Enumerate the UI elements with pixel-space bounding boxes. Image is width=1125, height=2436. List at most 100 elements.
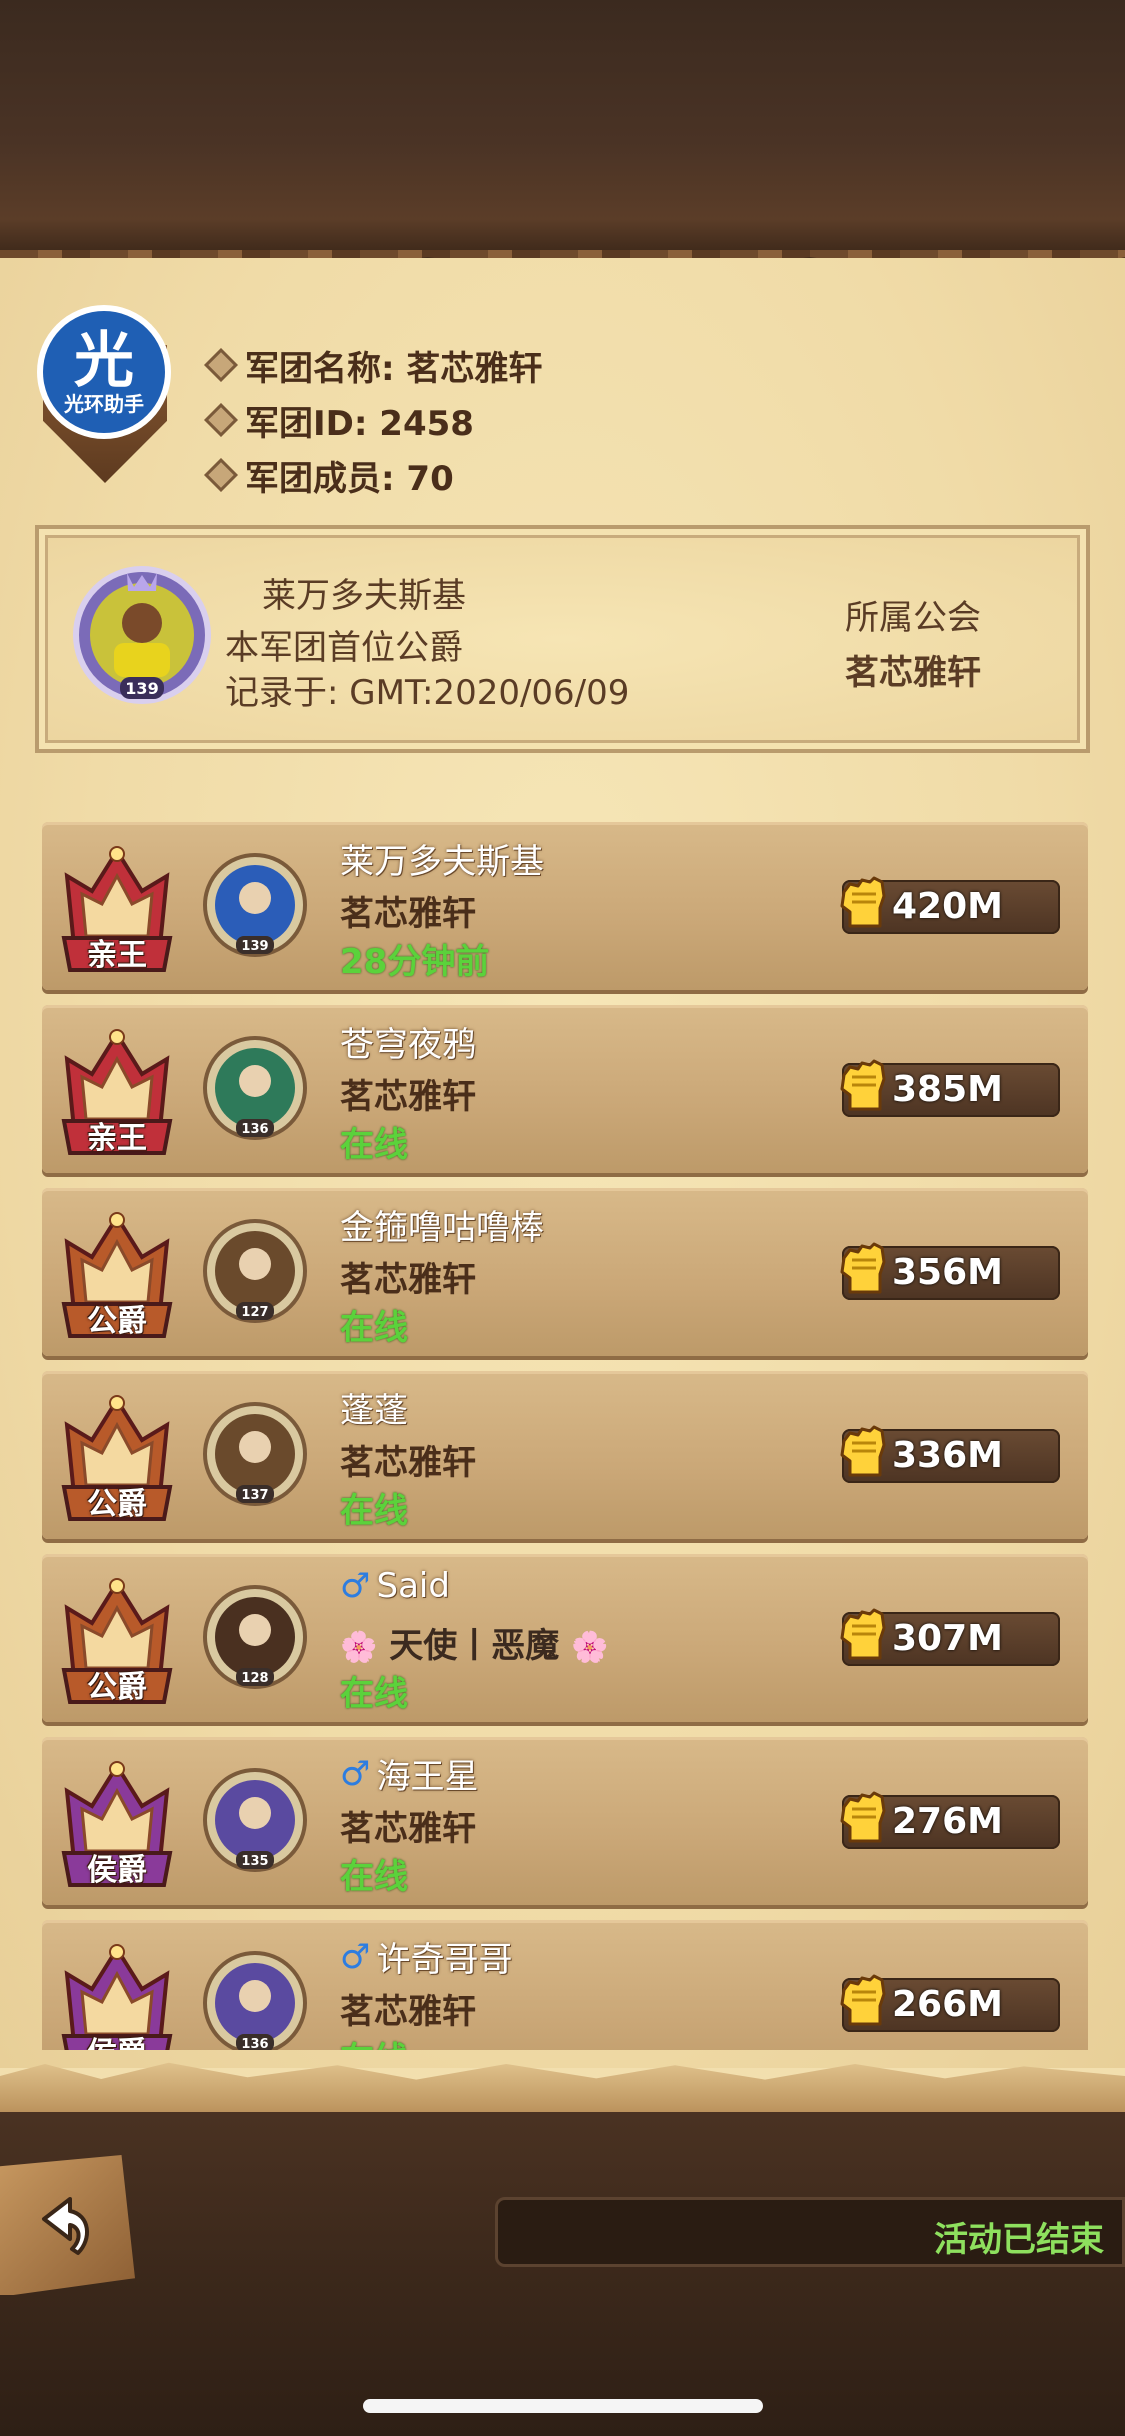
first-duke-level: 139	[125, 679, 158, 698]
player-avatar[interactable]: 136	[202, 1035, 308, 1141]
member-row[interactable]: 公爵 128 ♂ Said 🌸 天使丨恶魔 🌸 在线 307M	[42, 1554, 1088, 1722]
player-guild-line: 🌸 天使丨恶魔 🌸	[340, 1618, 608, 1667]
top-wood-bar	[0, 0, 1125, 258]
player-guild: 茗芯雅轩	[340, 1077, 476, 1117]
player-name: 苍穹夜鸦	[340, 1025, 476, 1065]
back-arrow-icon	[41, 2197, 89, 2255]
first-duke-guild-name: 茗芯雅轩	[845, 653, 981, 693]
diamond-bullet-icon	[204, 403, 238, 437]
first-duke-name: 莱万多夫斯基	[262, 576, 466, 616]
player-guild: 天使丨恶魔	[389, 1626, 560, 1666]
player-level: 139	[241, 939, 268, 954]
member-row[interactable]: 公爵 137 蓬蓬 茗芯雅轩 在线 336M	[42, 1371, 1088, 1539]
emblem-char: 光	[74, 326, 134, 396]
diamond-bullet-icon	[204, 348, 238, 382]
player-guild-line: 茗芯雅轩	[340, 1252, 476, 1301]
player-name-line: ♂ 许奇哥哥	[340, 1932, 512, 1981]
player-level: 136	[241, 1122, 268, 1137]
player-avatar[interactable]: 136	[202, 1950, 308, 2050]
player-guild: 茗芯雅轩	[340, 1260, 476, 1300]
player-name: Said	[376, 1566, 450, 1606]
player-avatar[interactable]: 137	[202, 1401, 308, 1507]
rank-label: 亲王	[87, 1121, 147, 1156]
flower-icon: 🌸	[340, 1630, 378, 1665]
player-guild: 茗芯雅轩	[340, 894, 476, 934]
guild-id-line: 军团ID: 2458	[204, 398, 474, 444]
player-name-line: 苍穹夜鸦	[340, 1017, 476, 1066]
player-status: 在线	[340, 1491, 408, 1531]
player-status: 在线	[340, 1308, 408, 1348]
power-box: 276M	[840, 1791, 1060, 1849]
emblem-logo: 光 光环助手	[37, 305, 171, 439]
player-guild-line: 茗芯雅轩	[340, 1069, 476, 1118]
guild-members-line: 军团成员: 70	[204, 453, 454, 499]
player-status: 28分钟前	[340, 942, 490, 982]
player-name-line: ♂ Said	[340, 1566, 450, 1606]
member-row[interactable]: 亲王 139 莱万多夫斯基 茗芯雅轩 28分钟前 420M	[42, 822, 1088, 990]
rank-label: 公爵	[87, 1304, 147, 1339]
player-level: 135	[241, 1854, 268, 1869]
guild-members-text: 军团成员: 70	[245, 458, 454, 499]
member-row[interactable]: 公爵 127 金箍噜咕噜棒 茗芯雅轩 在线 356M	[42, 1188, 1088, 1356]
rank-label: 侯爵	[87, 1853, 147, 1888]
player-name-line: 金箍噜咕噜棒	[340, 1200, 544, 1249]
power-box: 385M	[840, 1059, 1060, 1117]
male-icon: ♂	[340, 1753, 371, 1794]
male-icon: ♂	[340, 1566, 371, 1606]
power-value: 276M	[892, 1801, 1003, 1842]
fist-icon	[840, 876, 886, 928]
rank-label: 侯爵	[62, 2028, 172, 2050]
guild-name-line: 军团名称: 茗芯雅轩	[204, 343, 543, 389]
fist-icon	[840, 1425, 886, 1477]
fist-icon	[840, 1791, 886, 1843]
player-guild: 茗芯雅轩	[340, 1992, 476, 2032]
player-level: 136	[241, 2037, 268, 2050]
player-name: 海王星	[376, 1757, 479, 1797]
member-row[interactable]: 亲王 136 苍穹夜鸦 茗芯雅轩 在线 385M	[42, 1005, 1088, 1173]
flower-icon: 🌸	[571, 1630, 609, 1665]
player-avatar[interactable]: 135	[202, 1767, 308, 1873]
emblem-text: 光环助手	[64, 392, 144, 416]
player-guild: 茗芯雅轩	[340, 1443, 476, 1483]
player-avatar[interactable]: 127	[202, 1218, 308, 1324]
fist-icon	[840, 1059, 886, 1111]
power-box: 266M	[840, 1974, 1060, 2032]
player-level: 128	[241, 1671, 268, 1686]
player-avatar[interactable]: 139	[202, 852, 308, 958]
rank-label: 公爵	[87, 1670, 147, 1705]
event-status-bar: 活动已结束	[495, 2197, 1125, 2267]
player-name-line: ♂ 海王星	[340, 1749, 478, 1798]
power-value: 336M	[892, 1435, 1003, 1476]
fist-icon	[840, 1974, 886, 2026]
first-duke-avatar[interactable]: 139	[72, 565, 212, 705]
fist-icon	[840, 1242, 886, 1294]
power-value: 307M	[892, 1618, 1003, 1659]
player-status: 在线	[340, 1125, 408, 1165]
player-guild-line: 茗芯雅轩	[340, 1801, 476, 1850]
first-duke-record-date: 记录于: GMT:2020/06/09	[225, 673, 630, 713]
diamond-bullet-icon	[204, 458, 238, 492]
player-name: 蓬蓬	[340, 1391, 408, 1431]
player-avatar[interactable]: 128	[202, 1584, 308, 1690]
guild-name-text: 军团名称: 茗芯雅轩	[245, 348, 543, 389]
player-guild: 茗芯雅轩	[340, 1809, 476, 1849]
player-guild-line: 茗芯雅轩	[340, 1435, 476, 1484]
player-guild-line: 茗芯雅轩	[340, 1984, 476, 2033]
back-button[interactable]	[0, 2155, 135, 2295]
player-guild-line: 茗芯雅轩	[340, 886, 476, 935]
guild-emblem: 光 光环助手	[35, 305, 175, 485]
power-box: 307M	[840, 1608, 1060, 1666]
player-status: 在线	[340, 1857, 408, 1897]
player-level: 127	[241, 1305, 268, 1320]
power-box: 356M	[840, 1242, 1060, 1300]
player-name: 莱万多夫斯基	[340, 842, 544, 882]
member-row[interactable]: 侯爵 135 ♂ 海王星 茗芯雅轩 在线 276M	[42, 1737, 1088, 1905]
player-status: 在线	[340, 2032, 408, 2050]
member-row[interactable]: 侯爵 136 ♂ 许奇哥哥 茗芯雅轩 在线 266M	[42, 1920, 1088, 2050]
power-value: 385M	[892, 1069, 1003, 1110]
power-value: 420M	[892, 886, 1003, 927]
player-level: 137	[241, 1488, 268, 1503]
player-name-line: 莱万多夫斯基	[340, 834, 544, 883]
member-list[interactable]: 亲王 139 莱万多夫斯基 茗芯雅轩 28分钟前 420M 亲王 136 苍穹夜…	[0, 815, 1125, 2050]
home-indicator[interactable]	[363, 2399, 763, 2413]
